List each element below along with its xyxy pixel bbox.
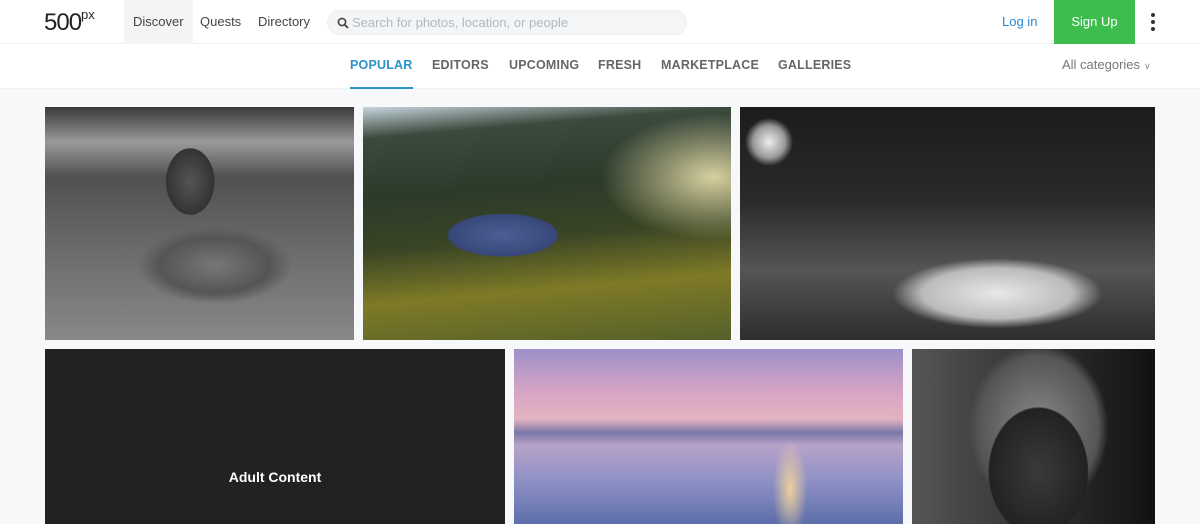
logo-superscript: px <box>81 7 95 22</box>
signup-button[interactable]: Sign Up <box>1054 0 1135 44</box>
tab-fresh[interactable]: FRESH <box>598 44 641 89</box>
adult-content-label: Adult Content <box>228 469 322 485</box>
category-tab-bar: POPULAR EDITORS UPCOMING FRESH MARKETPLA… <box>0 44 1200 89</box>
nav-directory[interactable]: Directory <box>249 0 319 44</box>
photo-tile-adult[interactable]: Adult Content <box>45 349 505 524</box>
tab-popular[interactable]: POPULAR <box>350 44 413 89</box>
top-navigation-bar: 500px Discover Quests Directory Log in S… <box>0 0 1200 44</box>
nav-quests[interactable]: Quests <box>191 0 250 44</box>
logo-text: 500 <box>44 9 82 36</box>
tab-marketplace[interactable]: MARKETPLACE <box>661 44 759 89</box>
categories-dropdown[interactable]: All categories ∨ <box>1062 44 1151 89</box>
search-icon <box>337 17 349 29</box>
search-input[interactable] <box>352 13 672 32</box>
chevron-down-icon: ∨ <box>1144 61 1151 71</box>
photo-tile[interactable] <box>912 349 1155 524</box>
tab-galleries[interactable]: GALLERIES <box>778 44 851 89</box>
logo[interactable]: 500px <box>44 7 95 37</box>
photo-tile[interactable] <box>45 107 354 340</box>
more-vertical-icon[interactable] <box>1147 12 1159 32</box>
login-link[interactable]: Log in <box>1002 0 1037 44</box>
photo-tile[interactable] <box>363 107 731 340</box>
tab-upcoming[interactable]: UPCOMING <box>509 44 579 89</box>
photo-tile[interactable] <box>740 107 1155 340</box>
nav-discover[interactable]: Discover <box>124 0 193 44</box>
categories-label: All categories <box>1062 57 1141 72</box>
tab-editors[interactable]: EDITORS <box>432 44 489 89</box>
photo-tile[interactable] <box>514 349 903 524</box>
search-box <box>327 10 687 35</box>
